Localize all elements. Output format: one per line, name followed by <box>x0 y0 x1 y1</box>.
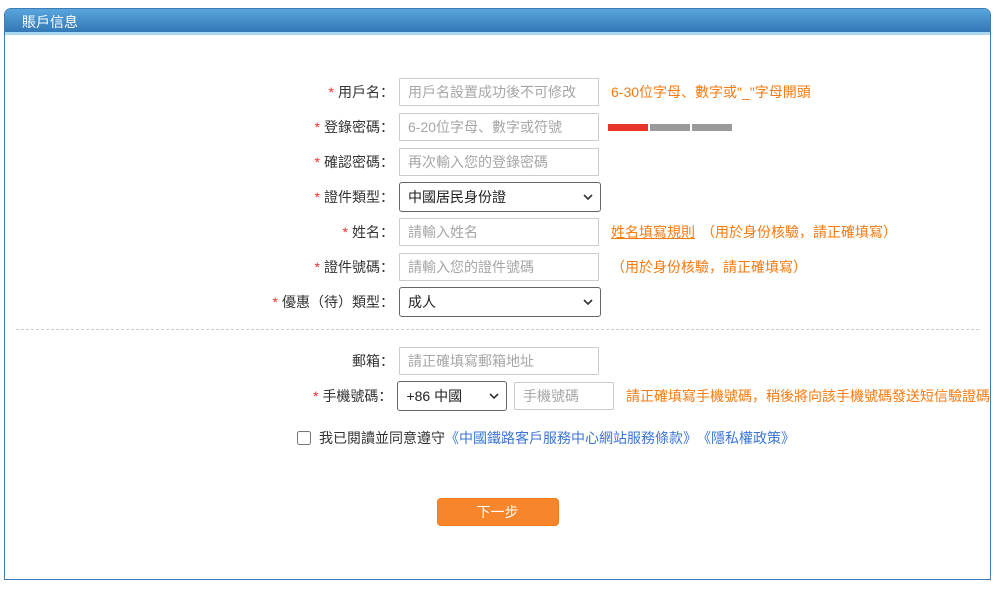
account-info-panel: 賬戶信息 *用戶名： 6-30位字母、數字或"_"字母開頭 *登錄密碼： <box>4 8 991 580</box>
phone-row: *手機號碼： +86 中國 請正確填寫手機號碼，稍後將向該手機號碼發送短信驗證碼 <box>5 381 990 411</box>
required-mark: * <box>329 84 334 100</box>
username-input[interactable] <box>399 78 599 106</box>
id-type-select-wrap: 中國居民身份證 <box>399 182 601 212</box>
passenger-type-label: *優惠（待）類型： <box>5 292 399 312</box>
password-label: *登錄密碼： <box>5 117 399 137</box>
terms-link[interactable]: 《中國鐵路客戶服務中心網站服務條款》 <box>445 428 697 448</box>
confirm-password-row: *確認密碼： <box>5 147 990 177</box>
email-input[interactable] <box>399 347 599 375</box>
email-row: 郵箱： <box>5 346 990 376</box>
country-code-select-wrap: +86 中國 <box>397 381 507 411</box>
panel-title: 賬戶信息 <box>5 9 990 35</box>
name-row: *姓名： 姓名填寫規則 （用於身份核驗，請正確填寫） <box>5 217 990 247</box>
next-step-button[interactable]: 下一步 <box>437 498 559 526</box>
required-mark: * <box>315 154 320 170</box>
section-divider <box>16 329 979 330</box>
email-label: 郵箱： <box>5 351 399 371</box>
username-label: *用戶名： <box>5 82 399 102</box>
passenger-type-select[interactable]: 成人 <box>399 287 601 317</box>
password-strength-meter <box>608 124 734 131</box>
strength-segment <box>650 124 690 131</box>
phone-label: *手機號碼： <box>5 386 397 406</box>
id-type-label: *證件類型： <box>5 187 399 207</box>
id-number-input[interactable] <box>399 253 599 281</box>
agreement-row: 我已閱讀並同意遵守 《中國鐵路客戶服務中心網站服務條款》 《隱私權政策》 <box>297 428 990 448</box>
name-label: *姓名： <box>5 222 399 242</box>
id-number-label: *證件號碼： <box>5 257 399 277</box>
registration-page: 賬戶信息 *用戶名： 6-30位字母、數字或"_"字母開頭 *登錄密碼： <box>0 0 996 593</box>
required-mark: * <box>343 224 348 240</box>
phone-hint: 請正確填寫手機號碼，稍後將向該手機號碼發送短信驗證碼 <box>626 386 990 406</box>
passenger-type-row: *優惠（待）類型： 成人 <box>5 287 990 317</box>
strength-segment <box>692 124 732 131</box>
username-hint: 6-30位字母、數字或"_"字母開頭 <box>611 82 811 102</box>
phone-number-input[interactable] <box>514 382 614 410</box>
agreement-checkbox[interactable] <box>297 431 311 445</box>
confirm-password-label: *確認密碼： <box>5 152 399 172</box>
privacy-link[interactable]: 《隱私權政策》 <box>697 428 795 448</box>
country-code-select[interactable]: +86 中國 <box>397 381 507 411</box>
required-mark: * <box>273 294 278 310</box>
agreement-text: 我已閱讀並同意遵守 <box>319 428 445 448</box>
name-input[interactable] <box>399 218 599 246</box>
id-type-select[interactable]: 中國居民身份證 <box>399 182 601 212</box>
password-row: *登錄密碼： <box>5 112 990 142</box>
name-rule-link[interactable]: 姓名填寫規則 <box>611 222 695 242</box>
confirm-password-input[interactable] <box>399 148 599 176</box>
required-mark: * <box>313 388 318 404</box>
button-row: 下一步 <box>5 498 990 526</box>
required-mark: * <box>315 119 320 135</box>
account-form: *用戶名： 6-30位字母、數字或"_"字母開頭 *登錄密碼： <box>5 35 990 526</box>
id-type-row: *證件類型： 中國居民身份證 <box>5 182 990 212</box>
strength-segment-active <box>608 124 648 131</box>
passenger-type-select-wrap: 成人 <box>399 287 601 317</box>
name-hint: （用於身份核驗，請正確填寫） <box>701 222 897 242</box>
username-row: *用戶名： 6-30位字母、數字或"_"字母開頭 <box>5 77 990 107</box>
id-number-hint: （用於身份核驗，請正確填寫） <box>611 257 807 277</box>
required-mark: * <box>315 189 320 205</box>
required-mark: * <box>315 259 320 275</box>
password-input[interactable] <box>399 113 599 141</box>
id-number-row: *證件號碼： （用於身份核驗，請正確填寫） <box>5 252 990 282</box>
